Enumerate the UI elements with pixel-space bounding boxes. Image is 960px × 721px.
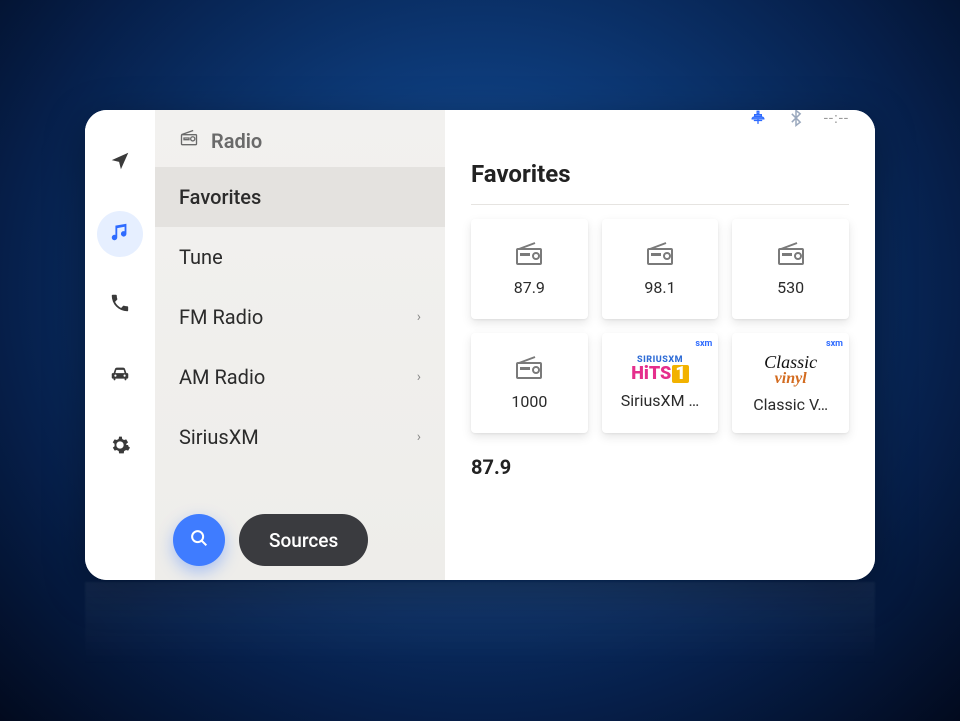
sxm-badge-icon: sxm [826,339,843,349]
divider [471,204,849,205]
gear-icon [109,434,131,460]
siriusxm-hits1-logo: SIRIUSXM HiTS1 [631,356,689,383]
menu-item-label: Favorites [179,185,261,209]
menu-header: Radio [155,110,445,167]
radio-icon [515,242,543,270]
panel-reflection [85,582,875,702]
chevron-right-icon: › [417,429,421,445]
infotainment-panel: Radio Favorites Tune FM Radio › AM Radio… [85,110,875,580]
favorite-card[interactable]: 530 [732,219,849,319]
chevron-right-icon: › [417,309,421,325]
header-icons: --:-- [748,110,849,128]
search-icon [188,527,210,553]
favorite-card[interactable]: 98.1 [602,219,719,319]
nav-phone[interactable] [97,282,143,328]
favorite-label: SiriusXM … [621,391,699,410]
menu-item-tune[interactable]: Tune [155,227,445,287]
nav-rail [85,110,155,580]
sources-button-label: Sources [269,529,338,552]
classic-vinyl-logo: Classic vinyl [764,353,817,387]
music-note-icon [109,221,131,247]
favorites-grid: 87.9 98.1 530 1000 [471,219,849,433]
radio-icon [179,128,199,153]
menu-footer: Sources [155,502,445,580]
favorite-card[interactable]: 1000 [471,333,588,433]
menu-item-fm-radio[interactable]: FM Radio › [155,287,445,347]
nav-vehicle[interactable] [97,353,143,399]
menu-item-label: FM Radio [179,305,263,329]
content-title: Favorites [471,160,571,188]
favorite-card[interactable]: sxm Classic vinyl Classic V… [732,333,849,433]
favorite-label: 87.9 [514,278,545,297]
favorite-label: 530 [777,278,804,297]
menu-item-label: SiriusXM [179,425,259,449]
menu-item-favorites[interactable]: Favorites [155,167,445,227]
sxm-badge-icon: sxm [695,339,712,349]
radio-icon [515,356,543,384]
nav-navigation[interactable] [97,140,143,186]
menu-header-label: Radio [211,129,262,153]
radio-icon [646,242,674,270]
bluetooth-icon[interactable] [786,110,806,128]
content-area: --:-- Favorites 87.9 98.1 [445,110,875,580]
sources-button[interactable]: Sources [239,514,368,566]
car-icon [109,363,131,389]
chevron-right-icon: › [417,369,421,385]
clock-display: --:-- [824,110,849,127]
navigation-arrow-icon [109,150,131,176]
now-playing-label: 87.9 [471,455,849,479]
search-button[interactable] [173,514,225,566]
radio-icon [777,242,805,270]
favorite-label: Classic V… [753,395,828,414]
nav-settings[interactable] [97,424,143,470]
favorite-label: 98.1 [644,278,675,297]
satellite-icon[interactable] [748,110,768,128]
favorite-card[interactable]: 87.9 [471,219,588,319]
phone-icon [109,292,131,318]
menu-column: Radio Favorites Tune FM Radio › AM Radio… [155,110,445,580]
menu-list: Favorites Tune FM Radio › AM Radio › Sir… [155,167,445,502]
menu-item-label: Tune [179,245,223,269]
menu-item-am-radio[interactable]: AM Radio › [155,347,445,407]
favorite-card[interactable]: sxm SIRIUSXM HiTS1 SiriusXM … [602,333,719,433]
favorite-label: 1000 [511,392,547,411]
menu-item-label: AM Radio [179,365,265,389]
nav-media[interactable] [97,211,143,257]
menu-item-siriusxm[interactable]: SiriusXM › [155,407,445,467]
